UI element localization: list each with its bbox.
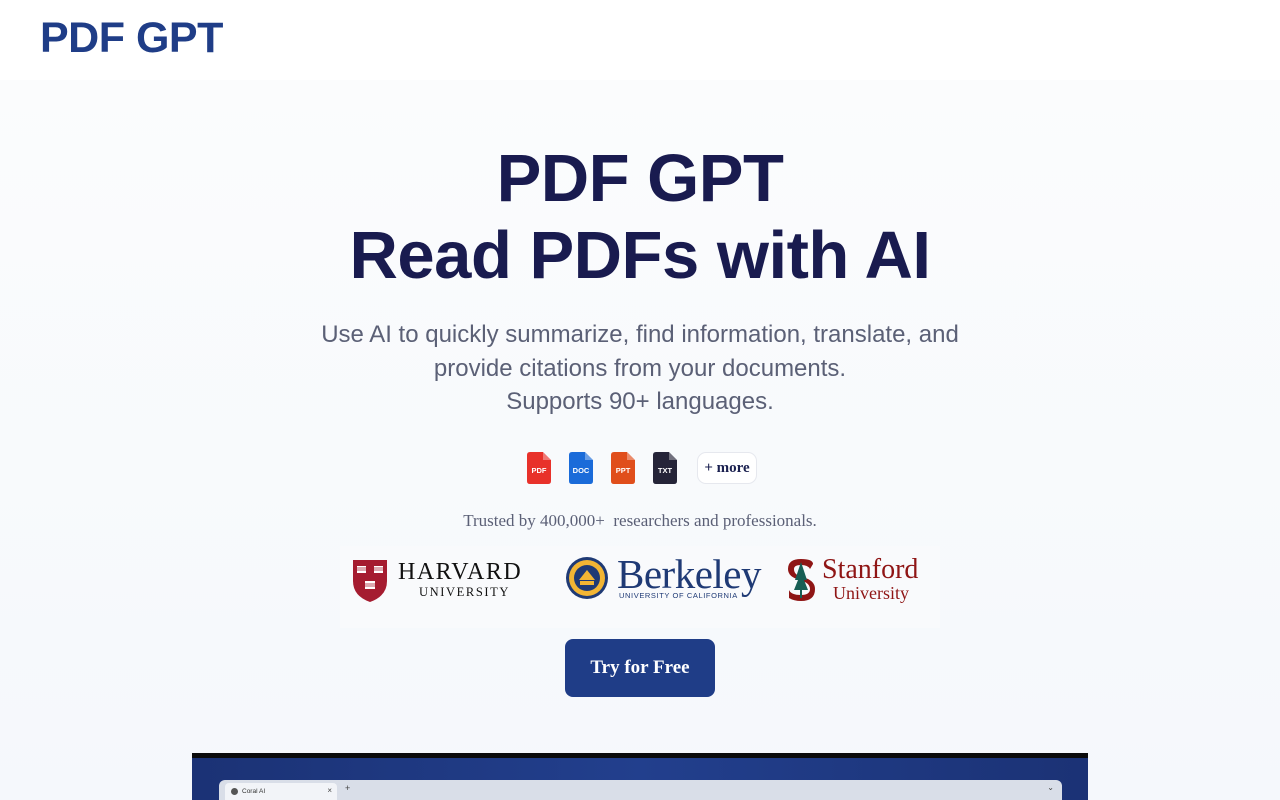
university-logos: HARVARD UNIVERSITY Berkeley UNIVERSITY O…: [340, 546, 940, 628]
preview-browser-tab: Coral AI ×: [225, 783, 337, 800]
globe-icon: [231, 788, 238, 795]
txt-file-icon: TXT: [653, 452, 677, 484]
trusted-by-text: Trusted by 400,000+ researchers and prof…: [463, 511, 817, 530]
hero-title: PDF GPT Read PDFs with AI: [0, 140, 1280, 294]
close-icon: ×: [327, 786, 332, 795]
hero-subtitle: Use AI to quickly summarize, find inform…: [0, 318, 1280, 419]
stanford-s-tree-icon: [788, 559, 815, 601]
ppt-file-icon: PPT: [611, 452, 635, 484]
file-type-label: PPT: [615, 466, 631, 475]
berkeley-logo: Berkeley UNIVERSITY OF CALIFORNIA: [565, 551, 761, 602]
pdf-file-icon: PDF: [527, 452, 551, 484]
subtitle-line: provide citations from your documents.: [433, 354, 847, 382]
harvard-name: HARVARD: [398, 559, 523, 585]
harvard-sub: UNIVERSITY: [419, 585, 510, 599]
supported-formats: PDF DOC PPT TXT + more: [527, 452, 757, 484]
more-formats-button[interactable]: + more: [697, 452, 757, 484]
chevron-down-icon: ⌄: [1047, 783, 1054, 792]
stanford-sub: University: [833, 583, 909, 603]
subtitle-line: Supports 90+ languages.: [506, 388, 774, 415]
berkeley-sub: UNIVERSITY OF CALIFORNIA: [619, 591, 738, 600]
subtitle-line: Use AI to quickly summarize, find inform…: [321, 321, 959, 348]
try-for-free-button[interactable]: Try for Free: [565, 639, 715, 697]
file-type-label: PDF: [531, 466, 547, 475]
berkeley-seal-icon: [566, 557, 608, 599]
file-type-label: TXT: [657, 466, 673, 475]
harvard-shield-icon: [353, 560, 387, 602]
plus-icon: +: [345, 783, 351, 793]
hero-title-line-1: PDF GPT: [496, 141, 784, 216]
app-preview-screenshot: Coral AI × + ⌄: [192, 753, 1088, 800]
preview-tab-title: Coral AI: [242, 788, 266, 795]
stanford-name: Stanford: [822, 554, 919, 585]
file-type-label: DOC: [572, 466, 590, 475]
stanford-logo: Stanford University: [786, 554, 928, 606]
hero-title-line-2: Read PDFs with AI: [349, 218, 931, 293]
preview-browser-tabbar: Coral AI × + ⌄: [219, 780, 1062, 800]
site-logo[interactable]: PDF GPT: [40, 14, 223, 63]
site-header: PDF GPT: [0, 0, 1280, 80]
harvard-logo: HARVARD UNIVERSITY: [352, 558, 527, 604]
doc-file-icon: DOC: [569, 452, 593, 484]
